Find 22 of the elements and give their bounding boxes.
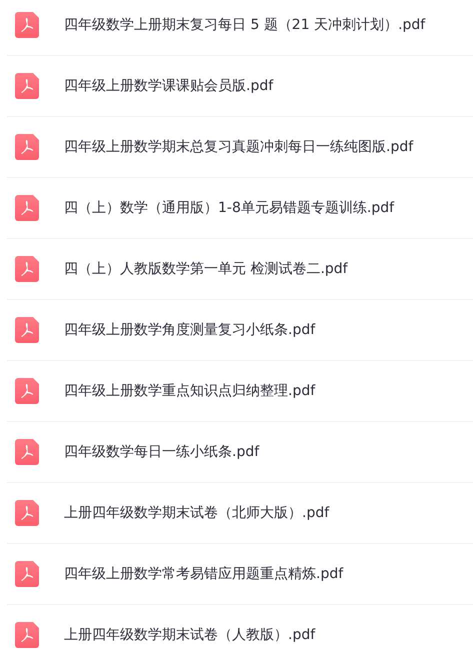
file-name[interactable]: 四年级数学上册期末复习每日 5 题（21 天冲刺计划）.pdf <box>64 14 426 36</box>
pdf-file-icon <box>15 561 39 587</box>
pdf-file-icon <box>15 622 39 648</box>
pdf-file-icon <box>15 317 39 343</box>
file-name[interactable]: 上册四年级数学期末试卷（北师大版）.pdf <box>64 502 330 524</box>
pdf-file-icon <box>15 73 39 99</box>
file-name[interactable]: 四（上）人教版数学第一单元 检测试卷二.pdf <box>64 258 348 280</box>
pdf-file-icon <box>15 378 39 404</box>
pdf-file-icon <box>15 195 39 221</box>
file-name[interactable]: 四年级上册数学角度测量复习小纸条.pdf <box>64 320 316 340</box>
file-name[interactable]: 四（上）数学（通用版）1-8单元易错题专题训练.pdf <box>64 198 394 218</box>
pdf-file-icon <box>15 12 39 38</box>
file-name[interactable]: 四年级上册数学重点知识点归纳整理.pdf <box>64 380 316 402</box>
file-name[interactable]: 四年级数学每日一练小纸条.pdf <box>64 442 260 462</box>
file-name[interactable]: 四年级上册数学期末总复习真题冲刺每日一练纯图版.pdf <box>64 136 414 158</box>
pdf-file-icon <box>15 134 39 160</box>
pdf-file-icon <box>15 256 39 282</box>
file-name[interactable]: 四年级上册数学常考易错应用题重点精炼.pdf <box>64 564 344 584</box>
file-name[interactable]: 四年级上册数学课课贴会员版.pdf <box>64 76 274 96</box>
pdf-file-icon <box>15 439 39 465</box>
file-name[interactable]: 上册四年级数学期末试卷（人教版）.pdf <box>64 624 316 646</box>
pdf-file-icon <box>15 500 39 526</box>
